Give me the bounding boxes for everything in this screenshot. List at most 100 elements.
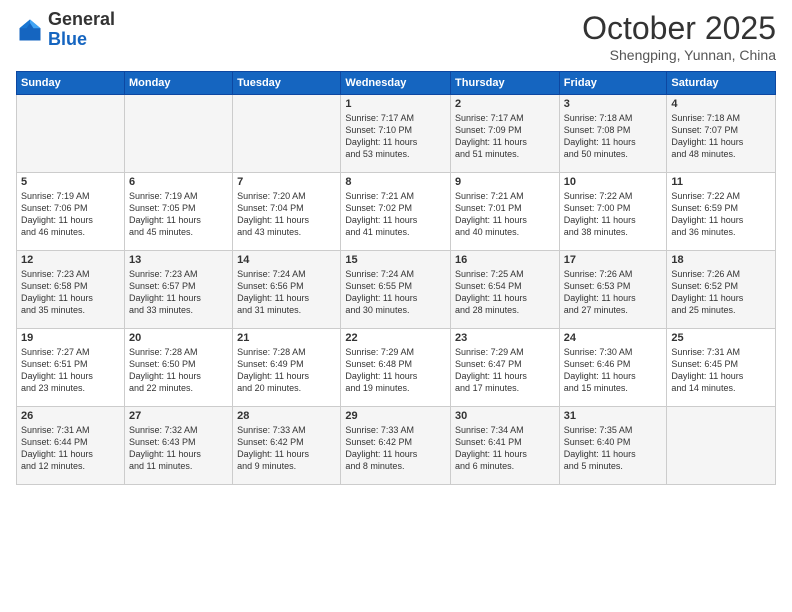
calendar-cell: 6 Sunrise: 7:19 AM Sunset: 7:05 PM Daylig… (124, 173, 232, 251)
calendar-cell: 10Sunrise: 7:22 AM Sunset: 7:00 PM Dayli… (559, 173, 667, 251)
day-info: Sunrise: 7:17 AM Sunset: 7:10 PM Dayligh… (345, 112, 446, 161)
day-number: 20 (129, 332, 228, 344)
calendar-cell: 25 Sunrise: 7:31 AM Sunset: 6:45 PM Dayli… (667, 329, 776, 407)
day-number: 25 (671, 332, 771, 344)
month-title: October 2025 (582, 10, 776, 47)
calendar-cell: 26Sunrise: 7:31 AM Sunset: 6:44 PM Dayli… (17, 407, 125, 485)
weekday-header-wednesday: Wednesday (341, 72, 451, 95)
calendar-cell: 9 Sunrise: 7:21 AM Sunset: 7:01 PM Daylig… (451, 173, 560, 251)
calendar-cell: 15Sunrise: 7:24 AM Sunset: 6:55 PM Dayli… (341, 251, 451, 329)
day-number: 4 (671, 98, 771, 110)
day-number: 23 (455, 332, 555, 344)
calendar-cell: 19 Sunrise: 7:27 AM Sunset: 6:51 PM Dayli… (17, 329, 125, 407)
day-number: 11 (671, 176, 771, 188)
day-info: Sunrise: 7:34 AM Sunset: 6:41 PM Dayligh… (455, 424, 555, 473)
day-info: Sunrise: 7:18 AM Sunset: 7:08 PM Dayligh… (564, 112, 663, 161)
calendar-cell: 1 Sunrise: 7:17 AM Sunset: 7:10 PM Daylig… (341, 95, 451, 173)
day-number: 3 (564, 98, 663, 110)
calendar-cell: 20Sunrise: 7:28 AM Sunset: 6:50 PM Dayli… (124, 329, 232, 407)
weekday-header-friday: Friday (559, 72, 667, 95)
calendar-cell: 28 Sunrise: 7:33 AM Sunset: 6:42 PM Dayli… (233, 407, 341, 485)
calendar-cell: 7 Sunrise: 7:20 AM Sunset: 7:04 PM Daylig… (233, 173, 341, 251)
calendar-cell: 31Sunrise: 7:35 AM Sunset: 6:40 PM Dayli… (559, 407, 667, 485)
day-info: Sunrise: 7:21 AM Sunset: 7:01 PM Dayligh… (455, 190, 555, 239)
weekday-header-row: SundayMondayTuesdayWednesdayThursdayFrid… (17, 72, 776, 95)
day-number: 9 (455, 176, 555, 188)
day-info: Sunrise: 7:27 AM Sunset: 6:51 PM Dayligh… (21, 346, 120, 395)
weekday-header-monday: Monday (124, 72, 232, 95)
day-info: Sunrise: 7:23 AM Sunset: 6:58 PM Dayligh… (21, 268, 120, 317)
day-number: 5 (21, 176, 120, 188)
calendar-cell: 21 Sunrise: 7:28 AM Sunset: 6:49 PM Dayli… (233, 329, 341, 407)
day-info: Sunrise: 7:26 AM Sunset: 6:52 PM Dayligh… (671, 268, 771, 317)
day-info: Sunrise: 7:22 AM Sunset: 6:59 PM Dayligh… (671, 190, 771, 239)
calendar-cell: 22 Sunrise: 7:29 AM Sunset: 6:48 PM Dayli… (341, 329, 451, 407)
calendar-cell: 3 Sunrise: 7:18 AM Sunset: 7:08 PM Daylig… (559, 95, 667, 173)
week-row-5: 26Sunrise: 7:31 AM Sunset: 6:44 PM Dayli… (17, 407, 776, 485)
calendar: SundayMondayTuesdayWednesdayThursdayFrid… (16, 71, 776, 485)
day-info: Sunrise: 7:21 AM Sunset: 7:02 PM Dayligh… (345, 190, 446, 239)
calendar-cell (233, 95, 341, 173)
day-info: Sunrise: 7:20 AM Sunset: 7:04 PM Dayligh… (237, 190, 336, 239)
day-number: 6 (129, 176, 228, 188)
location: Shengping, Yunnan, China (582, 47, 776, 63)
title-block: October 2025 Shengping, Yunnan, China (582, 10, 776, 63)
calendar-cell: 24Sunrise: 7:30 AM Sunset: 6:46 PM Dayli… (559, 329, 667, 407)
day-info: Sunrise: 7:31 AM Sunset: 6:44 PM Dayligh… (21, 424, 120, 473)
day-number: 15 (345, 254, 446, 266)
day-info: Sunrise: 7:19 AM Sunset: 7:06 PM Dayligh… (21, 190, 120, 239)
calendar-cell: 17Sunrise: 7:26 AM Sunset: 6:53 PM Dayli… (559, 251, 667, 329)
day-info: Sunrise: 7:26 AM Sunset: 6:53 PM Dayligh… (564, 268, 663, 317)
day-info: Sunrise: 7:33 AM Sunset: 6:42 PM Dayligh… (345, 424, 446, 473)
day-number: 19 (21, 332, 120, 344)
calendar-cell: 11 Sunrise: 7:22 AM Sunset: 6:59 PM Dayli… (667, 173, 776, 251)
calendar-cell: 4 Sunrise: 7:18 AM Sunset: 7:07 PM Daylig… (667, 95, 776, 173)
logo-text: General Blue (48, 10, 115, 50)
calendar-cell: 27Sunrise: 7:32 AM Sunset: 6:43 PM Dayli… (124, 407, 232, 485)
day-info: Sunrise: 7:35 AM Sunset: 6:40 PM Dayligh… (564, 424, 663, 473)
calendar-cell (667, 407, 776, 485)
calendar-cell: 13 Sunrise: 7:23 AM Sunset: 6:57 PM Dayli… (124, 251, 232, 329)
day-info: Sunrise: 7:17 AM Sunset: 7:09 PM Dayligh… (455, 112, 555, 161)
day-info: Sunrise: 7:31 AM Sunset: 6:45 PM Dayligh… (671, 346, 771, 395)
day-info: Sunrise: 7:25 AM Sunset: 6:54 PM Dayligh… (455, 268, 555, 317)
calendar-cell: 8 Sunrise: 7:21 AM Sunset: 7:02 PM Daylig… (341, 173, 451, 251)
day-info: Sunrise: 7:30 AM Sunset: 6:46 PM Dayligh… (564, 346, 663, 395)
day-number: 29 (345, 410, 446, 422)
day-info: Sunrise: 7:18 AM Sunset: 7:07 PM Dayligh… (671, 112, 771, 161)
day-number: 14 (237, 254, 336, 266)
day-number: 18 (671, 254, 771, 266)
day-info: Sunrise: 7:23 AM Sunset: 6:57 PM Dayligh… (129, 268, 228, 317)
day-info: Sunrise: 7:24 AM Sunset: 6:56 PM Dayligh… (237, 268, 336, 317)
calendar-cell: 14 Sunrise: 7:24 AM Sunset: 6:56 PM Dayli… (233, 251, 341, 329)
week-row-3: 12 Sunrise: 7:23 AM Sunset: 6:58 PM Dayli… (17, 251, 776, 329)
logo: General Blue (16, 10, 115, 50)
day-info: Sunrise: 7:32 AM Sunset: 6:43 PM Dayligh… (129, 424, 228, 473)
day-info: Sunrise: 7:29 AM Sunset: 6:48 PM Dayligh… (345, 346, 446, 395)
day-number: 1 (345, 98, 446, 110)
weekday-header-sunday: Sunday (17, 72, 125, 95)
day-number: 7 (237, 176, 336, 188)
day-info: Sunrise: 7:33 AM Sunset: 6:42 PM Dayligh… (237, 424, 336, 473)
week-row-2: 5 Sunrise: 7:19 AM Sunset: 7:06 PM Daylig… (17, 173, 776, 251)
day-info: Sunrise: 7:19 AM Sunset: 7:05 PM Dayligh… (129, 190, 228, 239)
weekday-header-tuesday: Tuesday (233, 72, 341, 95)
day-number: 12 (21, 254, 120, 266)
day-number: 22 (345, 332, 446, 344)
calendar-cell: 2Sunrise: 7:17 AM Sunset: 7:09 PM Daylig… (451, 95, 560, 173)
calendar-cell: 5 Sunrise: 7:19 AM Sunset: 7:06 PM Daylig… (17, 173, 125, 251)
day-number: 21 (237, 332, 336, 344)
day-number: 16 (455, 254, 555, 266)
weekday-header-thursday: Thursday (451, 72, 560, 95)
calendar-cell: 29 Sunrise: 7:33 AM Sunset: 6:42 PM Dayli… (341, 407, 451, 485)
calendar-cell: 16 Sunrise: 7:25 AM Sunset: 6:54 PM Dayli… (451, 251, 560, 329)
day-info: Sunrise: 7:28 AM Sunset: 6:49 PM Dayligh… (237, 346, 336, 395)
week-row-4: 19 Sunrise: 7:27 AM Sunset: 6:51 PM Dayli… (17, 329, 776, 407)
day-number: 8 (345, 176, 446, 188)
day-number: 13 (129, 254, 228, 266)
calendar-cell (124, 95, 232, 173)
day-number: 30 (455, 410, 555, 422)
calendar-cell: 23Sunrise: 7:29 AM Sunset: 6:47 PM Dayli… (451, 329, 560, 407)
day-info: Sunrise: 7:22 AM Sunset: 7:00 PM Dayligh… (564, 190, 663, 239)
day-number: 28 (237, 410, 336, 422)
